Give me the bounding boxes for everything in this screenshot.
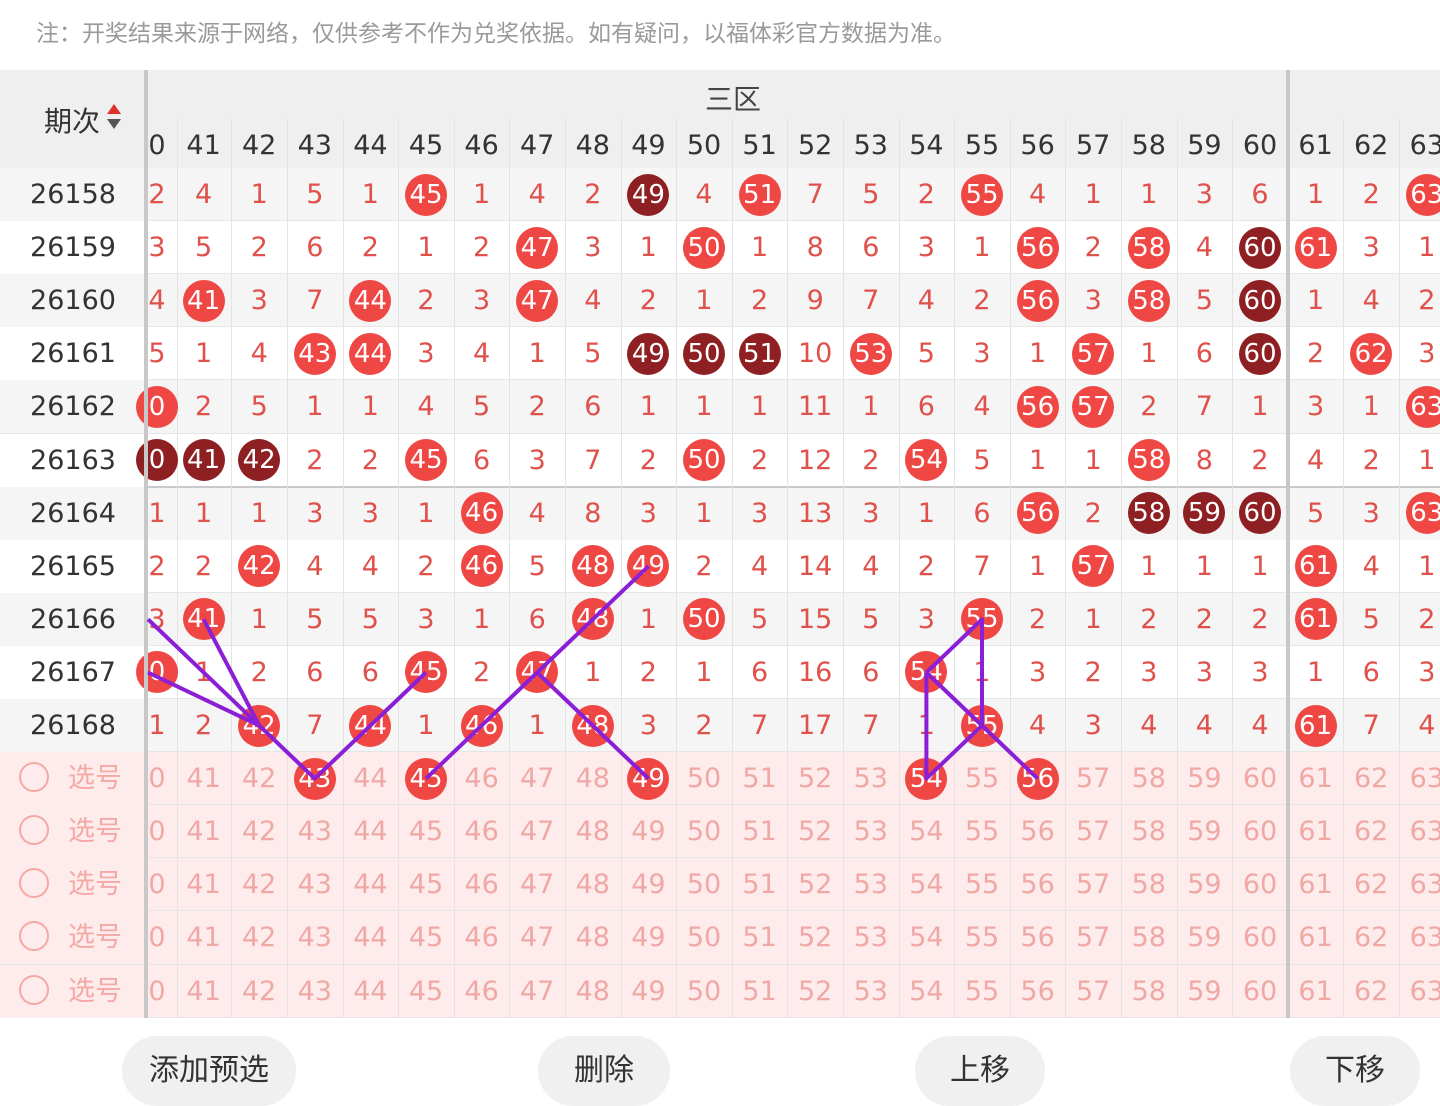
move-down-button[interactable]: 下移	[1290, 1036, 1420, 1106]
move-up-button[interactable]: 上移	[915, 1036, 1045, 1106]
delete-button[interactable]: 删除	[538, 1036, 670, 1106]
trend-line	[147, 670, 261, 728]
trend-line	[146, 617, 428, 781]
disclaimer-note: 注：开奖结果来源于网络，仅供参考不作为兑奖依据。如有疑问，以福体彩官方数据为准。	[36, 21, 956, 47]
trend-line	[535, 671, 650, 781]
trend-lines-overlay	[146, 564, 1039, 781]
trend-line	[201, 618, 261, 727]
trend-chart-table: 期次 三区 0 41 42 43 44 45 46 47 48 49 50 51 52 53 54 55 56 5…	[0, 70, 1440, 1020]
add-preselect-button[interactable]: 添加预选	[122, 1036, 296, 1106]
